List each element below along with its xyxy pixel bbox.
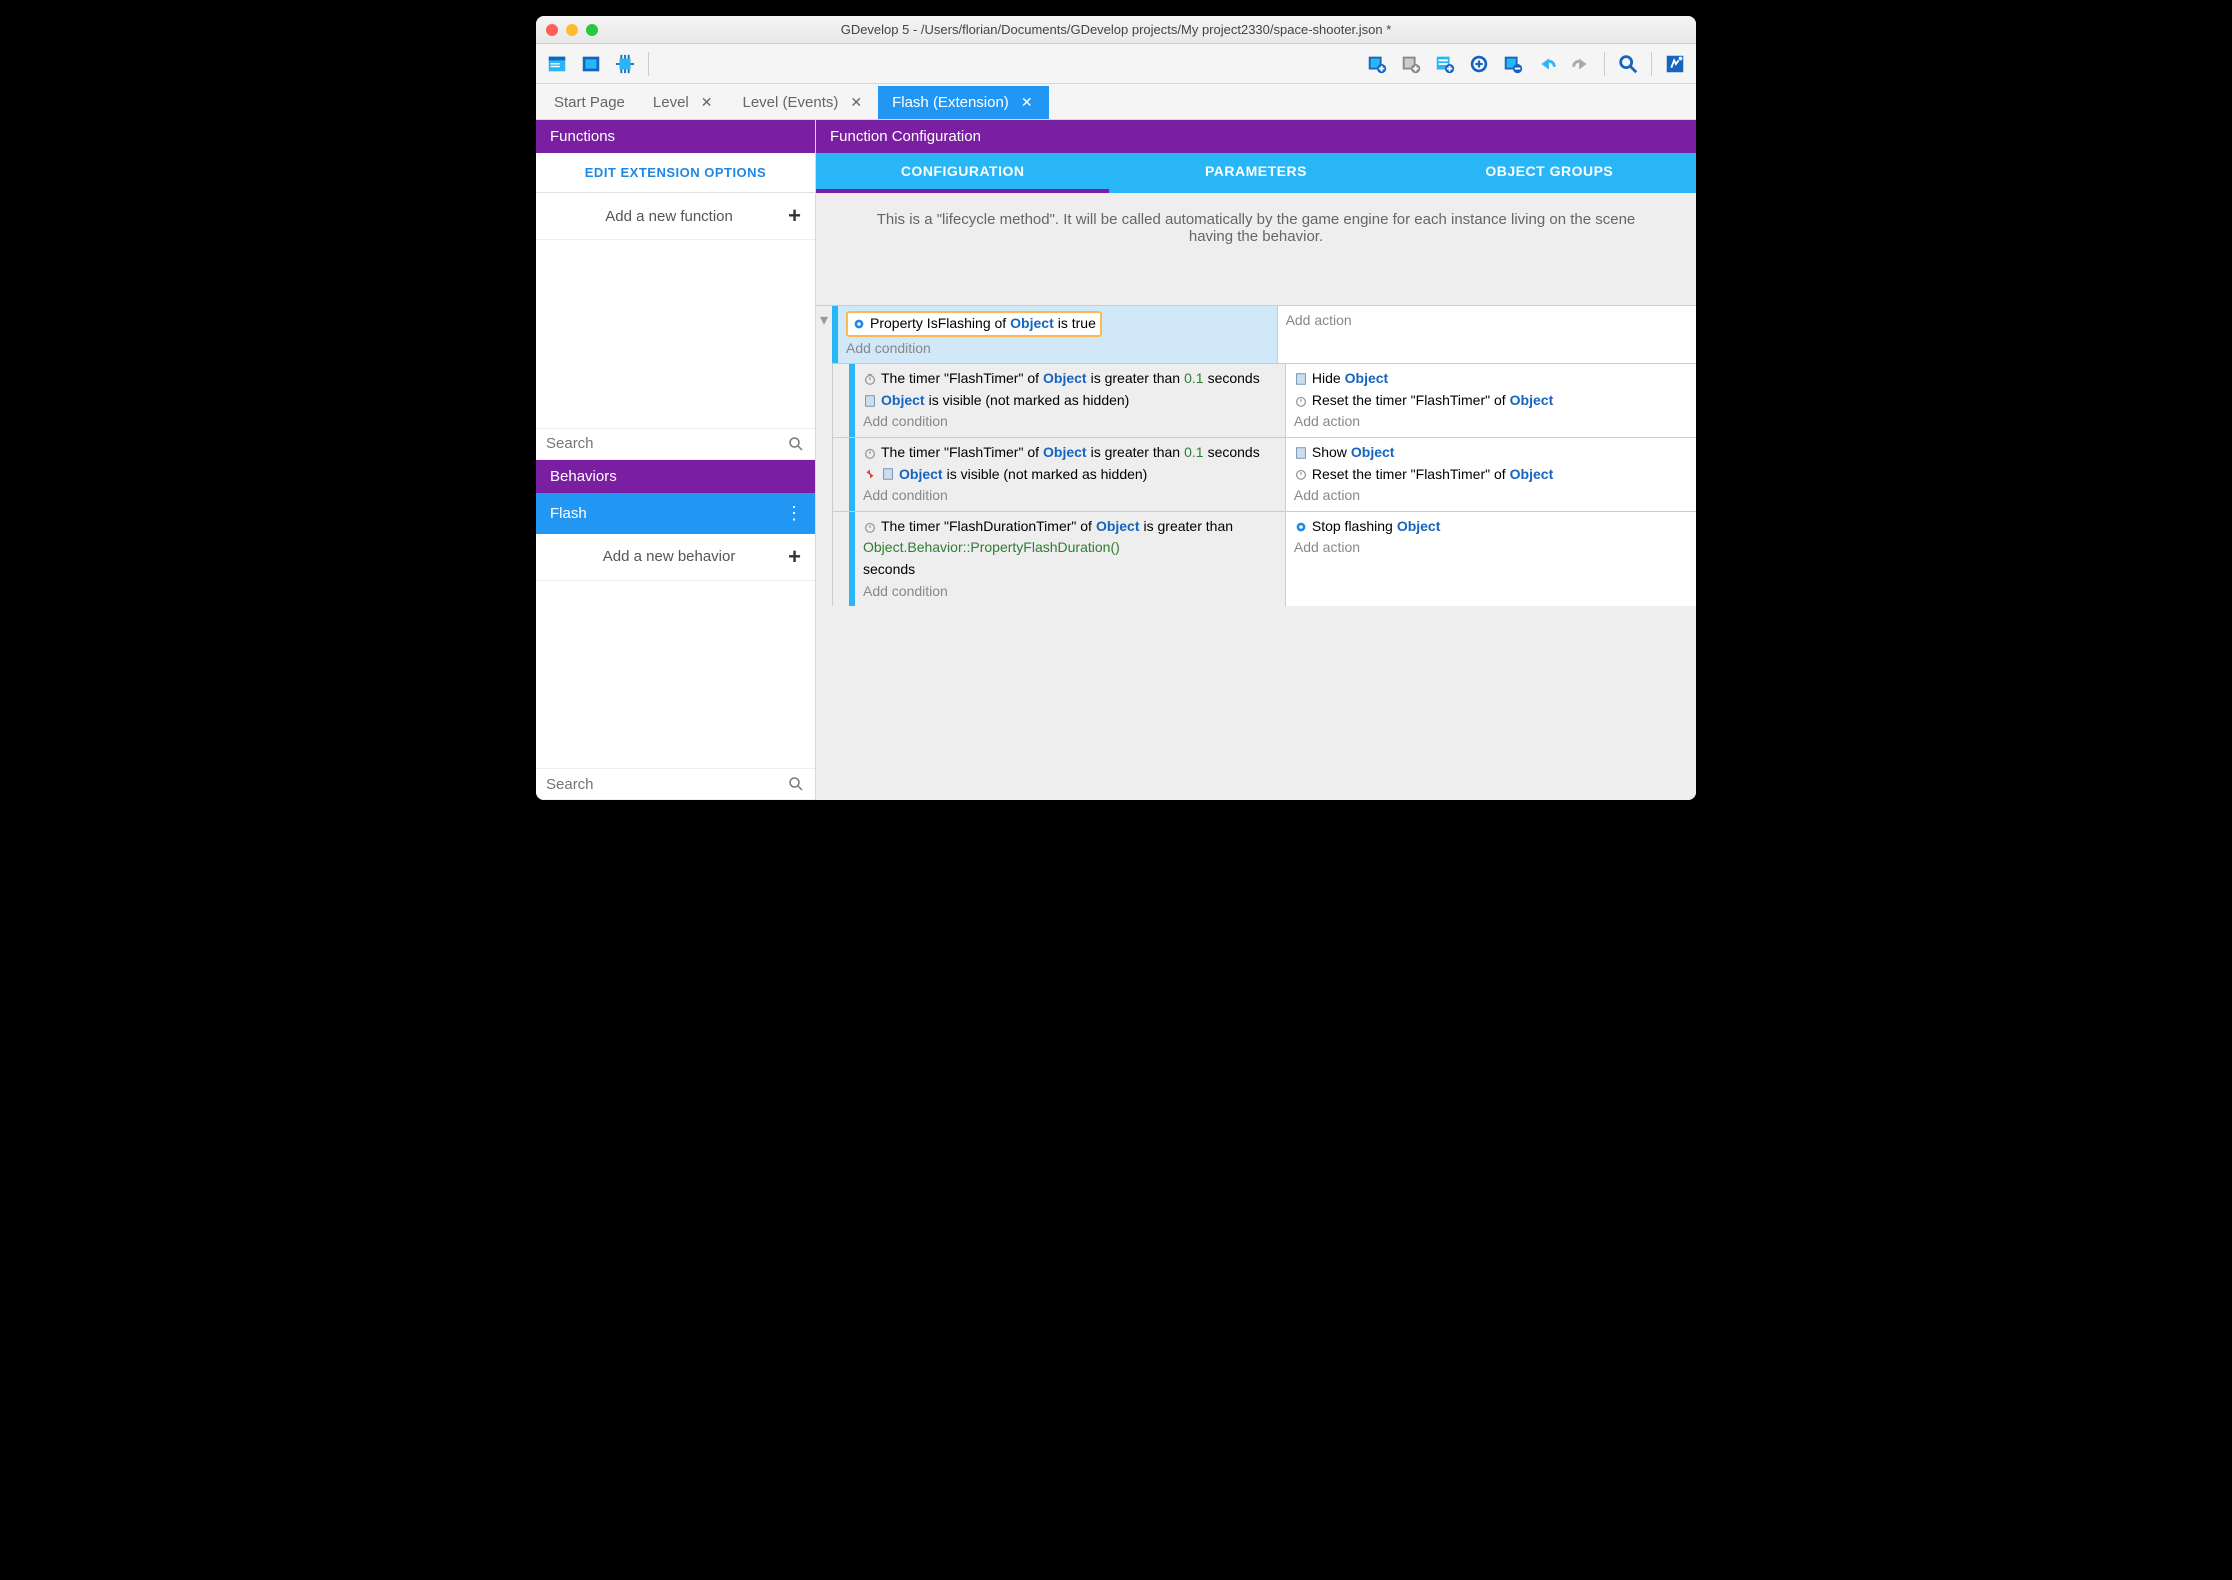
redo-button[interactable] bbox=[1566, 49, 1596, 79]
event-row[interactable]: The timer "FlashTimer" of Object is grea… bbox=[832, 363, 1696, 437]
add-event-button[interactable] bbox=[1362, 49, 1392, 79]
gear-icon bbox=[852, 317, 866, 331]
more-icon[interactable]: ⋮ bbox=[785, 503, 801, 524]
behaviors-header: Behaviors bbox=[536, 460, 815, 493]
event-row[interactable]: The timer "FlashTimer" of Object is grea… bbox=[832, 437, 1696, 511]
edit-extension-options-button[interactable]: EDIT EXTENSION OPTIONS bbox=[536, 153, 815, 193]
add-comment-button[interactable] bbox=[1430, 49, 1460, 79]
timer-icon bbox=[863, 520, 877, 534]
search-button[interactable] bbox=[1613, 49, 1643, 79]
add-subevent-button[interactable] bbox=[1396, 49, 1426, 79]
behavior-item-flash[interactable]: Flash⋮ bbox=[536, 493, 815, 534]
invert-icon bbox=[863, 467, 877, 481]
search-icon bbox=[787, 775, 805, 793]
visibility-icon bbox=[881, 467, 895, 481]
add-action-link[interactable]: Add action bbox=[1294, 537, 1688, 559]
function-config-header: Function Configuration bbox=[816, 120, 1696, 153]
tab-level[interactable]: Level✕ bbox=[639, 86, 729, 119]
add-condition-link[interactable]: Add condition bbox=[863, 411, 1277, 433]
event-row[interactable]: The timer "FlashDurationTimer" of Object… bbox=[832, 511, 1696, 606]
add-behavior-button[interactable]: Add a new behavior+ bbox=[536, 534, 815, 581]
extension-icon[interactable] bbox=[610, 49, 640, 79]
add-button[interactable] bbox=[1464, 49, 1494, 79]
close-icon[interactable]: ✕ bbox=[699, 94, 715, 111]
timer-icon bbox=[863, 446, 877, 460]
event-row[interactable]: ▾ Property IsFlashing of Object is true … bbox=[816, 305, 1696, 363]
tab-parameters[interactable]: PARAMETERS bbox=[1109, 153, 1402, 193]
tab-object-groups[interactable]: OBJECT GROUPS bbox=[1403, 153, 1696, 193]
close-icon[interactable]: ✕ bbox=[848, 94, 864, 111]
search-input[interactable] bbox=[546, 435, 787, 452]
settings-button[interactable] bbox=[1660, 49, 1690, 79]
hide-icon bbox=[1294, 372, 1308, 386]
tab-flash-extension[interactable]: Flash (Extension)✕ bbox=[878, 86, 1048, 119]
add-condition-link[interactable]: Add condition bbox=[846, 338, 1269, 360]
maximize-window-button[interactable] bbox=[586, 24, 598, 36]
show-icon bbox=[1294, 446, 1308, 460]
behaviors-search[interactable] bbox=[536, 768, 815, 800]
add-action-link[interactable]: Add action bbox=[1294, 485, 1688, 507]
visibility-icon bbox=[863, 394, 877, 408]
search-icon bbox=[787, 435, 805, 453]
add-action-link[interactable]: Add action bbox=[1294, 411, 1688, 433]
timer-icon bbox=[1294, 394, 1308, 408]
timer-icon bbox=[863, 372, 877, 386]
add-condition-link[interactable]: Add condition bbox=[863, 581, 1277, 603]
tab-start-page[interactable]: Start Page bbox=[540, 86, 639, 119]
minimize-window-button[interactable] bbox=[566, 24, 578, 36]
add-condition-link[interactable]: Add condition bbox=[863, 485, 1277, 507]
collapse-icon[interactable]: ▾ bbox=[816, 306, 832, 363]
config-tabs: CONFIGURATION PARAMETERS OBJECT GROUPS bbox=[816, 153, 1696, 193]
app-window: GDevelop 5 - /Users/florian/Documents/GD… bbox=[536, 16, 1696, 800]
window-title: GDevelop 5 - /Users/florian/Documents/GD… bbox=[841, 22, 1392, 37]
titlebar: GDevelop 5 - /Users/florian/Documents/GD… bbox=[536, 16, 1696, 44]
plus-icon: + bbox=[788, 544, 801, 570]
close-icon[interactable]: ✕ bbox=[1019, 94, 1035, 111]
plus-icon: + bbox=[788, 203, 801, 229]
add-action-link[interactable]: Add action bbox=[1286, 310, 1688, 332]
undo-button[interactable] bbox=[1532, 49, 1562, 79]
lifecycle-description: This is a "lifecycle method". It will be… bbox=[816, 193, 1696, 305]
project-panel-button[interactable] bbox=[542, 49, 572, 79]
add-function-button[interactable]: Add a new function+ bbox=[536, 193, 815, 240]
events-sheet: ▾ Property IsFlashing of Object is true … bbox=[816, 305, 1696, 800]
objects-panel-button[interactable] bbox=[576, 49, 606, 79]
functions-header: Functions bbox=[536, 120, 815, 153]
content-area: Function Configuration CONFIGURATION PAR… bbox=[816, 120, 1696, 800]
timer-icon bbox=[1294, 467, 1308, 481]
document-tabs: Start Page Level✕ Level (Events)✕ Flash … bbox=[536, 84, 1696, 120]
tab-configuration[interactable]: CONFIGURATION bbox=[816, 153, 1109, 193]
traffic-lights bbox=[546, 24, 598, 36]
close-window-button[interactable] bbox=[546, 24, 558, 36]
functions-search[interactable] bbox=[536, 428, 815, 460]
delete-event-button[interactable] bbox=[1498, 49, 1528, 79]
tab-level-events[interactable]: Level (Events)✕ bbox=[728, 86, 878, 119]
search-input[interactable] bbox=[546, 776, 787, 793]
toolbar bbox=[536, 44, 1696, 84]
gear-icon bbox=[1294, 520, 1308, 534]
sidebar: Functions EDIT EXTENSION OPTIONS Add a n… bbox=[536, 120, 816, 800]
